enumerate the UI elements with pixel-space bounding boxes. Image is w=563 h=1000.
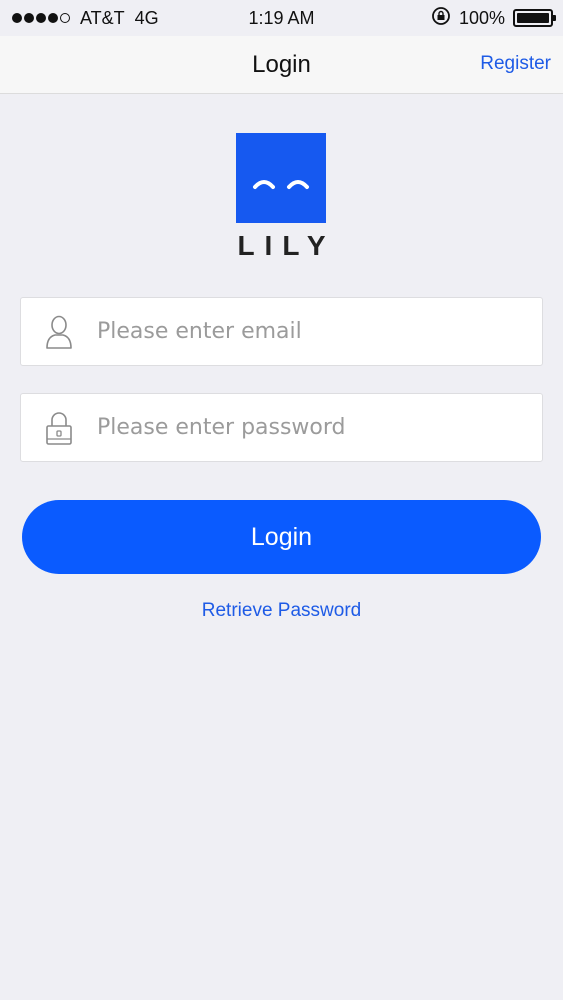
- rotation-lock-icon: [431, 6, 451, 31]
- password-input[interactable]: [97, 394, 517, 461]
- logo-eyes-icon: [253, 180, 309, 189]
- signal-dot: [36, 13, 46, 23]
- user-icon: [21, 298, 97, 365]
- signal-dot: [24, 13, 34, 23]
- signal-dot: [60, 13, 70, 23]
- signal-dot: [48, 13, 58, 23]
- battery-icon: [513, 9, 556, 27]
- page-title: Login: [252, 51, 311, 78]
- network-label: 4G: [134, 7, 159, 28]
- signal-strength-icon: [12, 13, 70, 23]
- app-logo: [236, 133, 326, 223]
- email-field[interactable]: [20, 297, 543, 366]
- carrier-label: AT&T: [80, 7, 125, 28]
- email-input[interactable]: [97, 298, 517, 365]
- status-bar: AT&T 4G 1:19 AM 100%: [0, 0, 563, 36]
- status-left: AT&T 4G: [12, 8, 159, 29]
- battery-fill: [517, 13, 549, 23]
- nav-bar: Login Register: [0, 36, 563, 94]
- password-field[interactable]: [20, 393, 543, 462]
- lock-icon: [21, 394, 97, 461]
- login-button[interactable]: Login: [22, 500, 541, 574]
- battery-percent: 100%: [458, 7, 505, 28]
- retrieve-password-link[interactable]: Retrieve Password: [0, 600, 563, 622]
- register-button[interactable]: Register: [480, 36, 551, 94]
- logo-wordmark: LILY: [237, 230, 336, 261]
- status-right: 100%: [431, 6, 556, 31]
- signal-dot: [12, 13, 22, 23]
